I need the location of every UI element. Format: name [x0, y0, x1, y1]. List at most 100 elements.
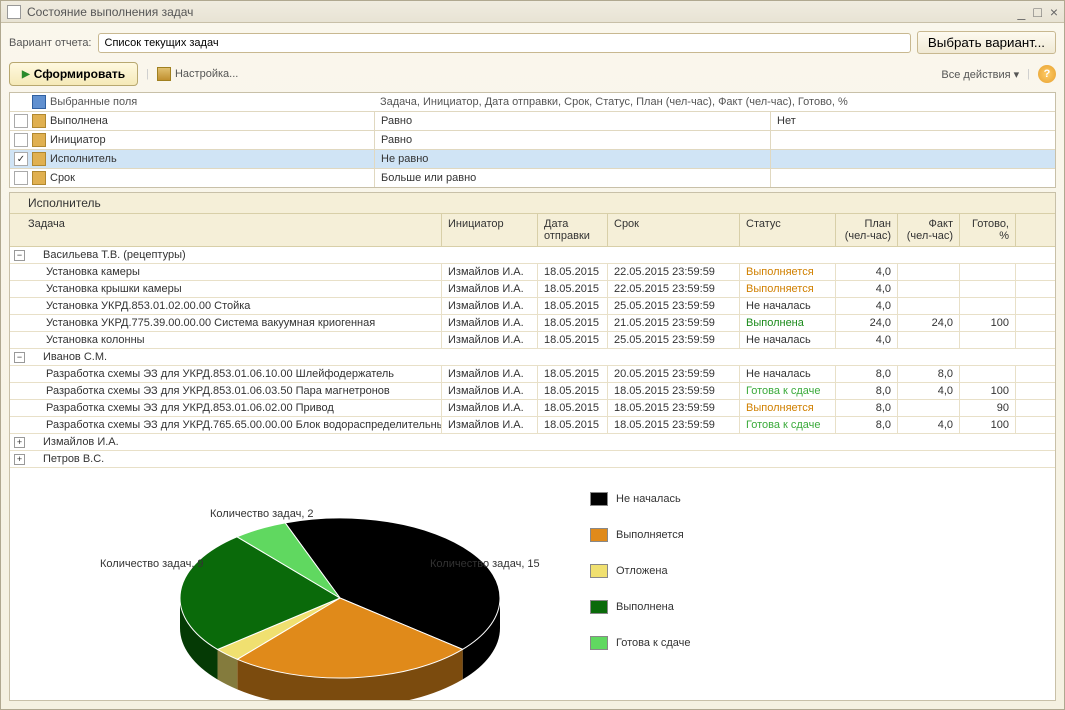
table-row[interactable]: Разработка схемы ЭЗ для УКРД.853.01.06.1…: [10, 366, 1055, 383]
minimize-button[interactable]: _: [1018, 4, 1026, 20]
close-button[interactable]: ×: [1050, 4, 1058, 20]
all-actions-button[interactable]: Все действия ▾: [941, 68, 1019, 81]
expand-icon[interactable]: −: [14, 250, 25, 261]
doc-icon: [7, 5, 21, 19]
filter-checkbox[interactable]: ✓: [14, 152, 28, 166]
field-icon: [32, 114, 46, 128]
filter-op[interactable]: Больше или равно: [374, 169, 770, 187]
legend-swatch: [590, 636, 608, 650]
legend-label: Отложена: [616, 565, 668, 577]
filter-op[interactable]: Равно: [374, 112, 770, 130]
group-name: Измайлов И.А.: [29, 436, 119, 448]
filter-val[interactable]: [770, 131, 1055, 149]
filter-name: Исполнитель: [50, 153, 117, 165]
pie-chart: Количество задач, 15Количество задач, 9К…: [30, 488, 550, 701]
legend-label: Не началась: [616, 493, 681, 505]
legend-swatch: [590, 600, 608, 614]
legend-item: Отложена: [590, 564, 691, 578]
fields-label: Выбранные поля: [50, 96, 137, 108]
maximize-button[interactable]: □: [1033, 4, 1041, 20]
col-done[interactable]: Готово, %: [960, 214, 1016, 246]
expand-icon[interactable]: −: [14, 352, 25, 363]
col-fact[interactable]: Факт (чел-час): [898, 214, 960, 246]
legend-item: Не началась: [590, 492, 691, 506]
table-row[interactable]: Разработка схемы ЭЗ для УКРД.765.65.00.0…: [10, 417, 1055, 434]
group-row[interactable]: + Измайлов И.А.: [10, 434, 1055, 451]
legend-label: Выполнена: [616, 601, 674, 613]
column-header: Задача Инициатор Дата отправки Срок Стат…: [10, 214, 1055, 247]
legend-item: Выполнена: [590, 600, 691, 614]
filter-name: Инициатор: [50, 134, 106, 146]
filter-val[interactable]: [770, 150, 1055, 168]
filter-name: Выполнена: [50, 115, 108, 127]
play-icon: ▶: [22, 69, 30, 80]
chart-area: Количество задач, 15Количество задач, 9К…: [10, 468, 1055, 701]
chart-legend: Не началась Выполняется Отложена Выполне…: [590, 488, 691, 701]
group-name: Петров В.С.: [29, 453, 104, 465]
pie-label: Количество задач, 2: [210, 508, 314, 520]
fields-value: Задача, Инициатор, Дата отправки, Срок, …: [380, 96, 848, 108]
col-date[interactable]: Дата отправки: [538, 214, 608, 246]
filter-checkbox[interactable]: [14, 114, 28, 128]
filter-row[interactable]: Инициатор Равно: [10, 131, 1055, 150]
filter-checkbox[interactable]: [14, 171, 28, 185]
form-report-label: Сформировать: [34, 67, 125, 81]
filter-header: Выбранные поля Задача, Инициатор, Дата о…: [10, 93, 1055, 112]
filter-op[interactable]: Не равно: [374, 150, 770, 168]
separator: |: [1027, 68, 1030, 80]
fields-icon: [32, 95, 46, 109]
filter-checkbox[interactable]: [14, 133, 28, 147]
legend-swatch: [590, 528, 608, 542]
col-status[interactable]: Статус: [740, 214, 836, 246]
group-row[interactable]: − Васильева Т.В. (рецептуры): [10, 247, 1055, 264]
group-row[interactable]: − Иванов С.М.: [10, 349, 1055, 366]
filter-val[interactable]: [770, 169, 1055, 187]
col-plan[interactable]: План (чел-час): [836, 214, 898, 246]
filter-op[interactable]: Равно: [374, 131, 770, 149]
all-actions-label: Все действия: [941, 69, 1010, 81]
pie-label: Количество задач, 15: [430, 558, 540, 570]
filter-panel: Выбранные поля Задача, Инициатор, Дата о…: [9, 92, 1056, 188]
filter-row[interactable]: Выполнена Равно Нет: [10, 112, 1055, 131]
legend-item: Готова к сдаче: [590, 636, 691, 650]
help-icon[interactable]: ?: [1038, 65, 1056, 83]
field-icon: [32, 152, 46, 166]
filter-row[interactable]: Срок Больше или равно: [10, 169, 1055, 187]
expand-icon[interactable]: +: [14, 437, 25, 448]
legend-item: Выполняется: [590, 528, 691, 542]
settings-icon: [157, 67, 171, 81]
settings-button[interactable]: Настройка...: [157, 67, 238, 81]
group-name: Васильева Т.В. (рецептуры): [29, 249, 186, 261]
separator: |: [146, 68, 149, 80]
filter-name: Срок: [50, 172, 75, 184]
titlebar: Состояние выполнения задач _ □ ×: [1, 1, 1064, 23]
table-row[interactable]: Установка колонны Измайлов И.А. 18.05.20…: [10, 332, 1055, 349]
group-name: Иванов С.М.: [29, 351, 107, 363]
variant-input[interactable]: [98, 33, 911, 53]
table-row[interactable]: Разработка схемы ЭЗ для УКРД.853.01.06.0…: [10, 383, 1055, 400]
field-icon: [32, 171, 46, 185]
settings-label: Настройка...: [175, 68, 238, 80]
table-row[interactable]: Установка УКРД.775.39.00.00.00 Система в…: [10, 315, 1055, 332]
filter-val[interactable]: Нет: [770, 112, 1055, 130]
group-header: Исполнитель: [10, 193, 1055, 214]
table-row[interactable]: Установка камеры Измайлов И.А. 18.05.201…: [10, 264, 1055, 281]
variant-label: Вариант отчета:: [9, 37, 92, 49]
form-report-button[interactable]: ▶ Сформировать: [9, 62, 138, 86]
col-initiator[interactable]: Инициатор: [442, 214, 538, 246]
filter-row[interactable]: ✓ Исполнитель Не равно: [10, 150, 1055, 169]
legend-label: Готова к сдаче: [616, 637, 691, 649]
col-task[interactable]: Задача: [10, 214, 442, 246]
table-row[interactable]: Разработка схемы ЭЗ для УКРД.853.01.06.0…: [10, 400, 1055, 417]
table-row[interactable]: Установка УКРД.853.01.02.00.00 Стойка Из…: [10, 298, 1055, 315]
col-due[interactable]: Срок: [608, 214, 740, 246]
legend-swatch: [590, 492, 608, 506]
legend-label: Выполняется: [616, 529, 684, 541]
legend-swatch: [590, 564, 608, 578]
group-row[interactable]: + Петров В.С.: [10, 451, 1055, 468]
window-title: Состояние выполнения задач: [27, 5, 1018, 19]
choose-variant-button[interactable]: Выбрать вариант...: [917, 31, 1056, 54]
report-area[interactable]: Исполнитель Задача Инициатор Дата отправ…: [9, 192, 1056, 701]
expand-icon[interactable]: +: [14, 454, 25, 465]
table-row[interactable]: Установка крышки камеры Измайлов И.А. 18…: [10, 281, 1055, 298]
